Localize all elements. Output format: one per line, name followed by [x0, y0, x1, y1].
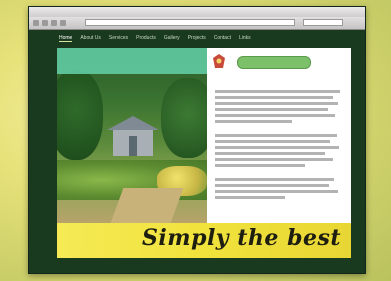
- site-logo[interactable]: [237, 56, 311, 69]
- forward-icon[interactable]: [42, 20, 48, 26]
- hero-banner: [57, 48, 207, 74]
- page-content: Simply the best: [57, 48, 351, 258]
- search-field[interactable]: [303, 19, 343, 26]
- slogan-banner: Simply the best: [57, 223, 351, 258]
- tree-graphic: [161, 78, 207, 158]
- logo-area: [209, 48, 351, 74]
- nav-item-links[interactable]: Links: [239, 35, 251, 41]
- nav-item-contact[interactable]: Contact: [214, 35, 231, 41]
- nav-item-products[interactable]: Products: [136, 35, 156, 41]
- site-nav: Home About Us Services Products Gallery …: [29, 30, 365, 46]
- tree-graphic: [57, 70, 103, 160]
- browser-toolbar: [29, 17, 365, 30]
- text-block: [215, 90, 343, 126]
- nav-item-home[interactable]: Home: [59, 35, 73, 42]
- slogan-text: Simply the best: [142, 225, 341, 251]
- site-footer: [57, 260, 351, 270]
- back-icon[interactable]: [33, 20, 39, 26]
- browser-window: Home About Us Services Products Gallery …: [28, 6, 366, 274]
- garden-path-graphic: [110, 188, 184, 223]
- nav-item-projects[interactable]: Projects: [188, 35, 206, 41]
- crest-icon: [213, 54, 225, 68]
- text-block: [215, 134, 343, 170]
- reload-icon[interactable]: [51, 20, 57, 26]
- gazebo-door-graphic: [129, 136, 137, 156]
- nav-item-services[interactable]: Services: [109, 35, 128, 41]
- hero-garden-image: [57, 48, 207, 223]
- gazebo-roof-graphic: [107, 116, 159, 130]
- text-block: [215, 178, 343, 202]
- nav-item-gallery[interactable]: Gallery: [164, 35, 180, 41]
- address-bar[interactable]: [85, 19, 295, 26]
- home-icon[interactable]: [60, 20, 66, 26]
- nav-item-about[interactable]: About Us: [80, 35, 101, 41]
- website: Home About Us Services Products Gallery …: [29, 30, 365, 273]
